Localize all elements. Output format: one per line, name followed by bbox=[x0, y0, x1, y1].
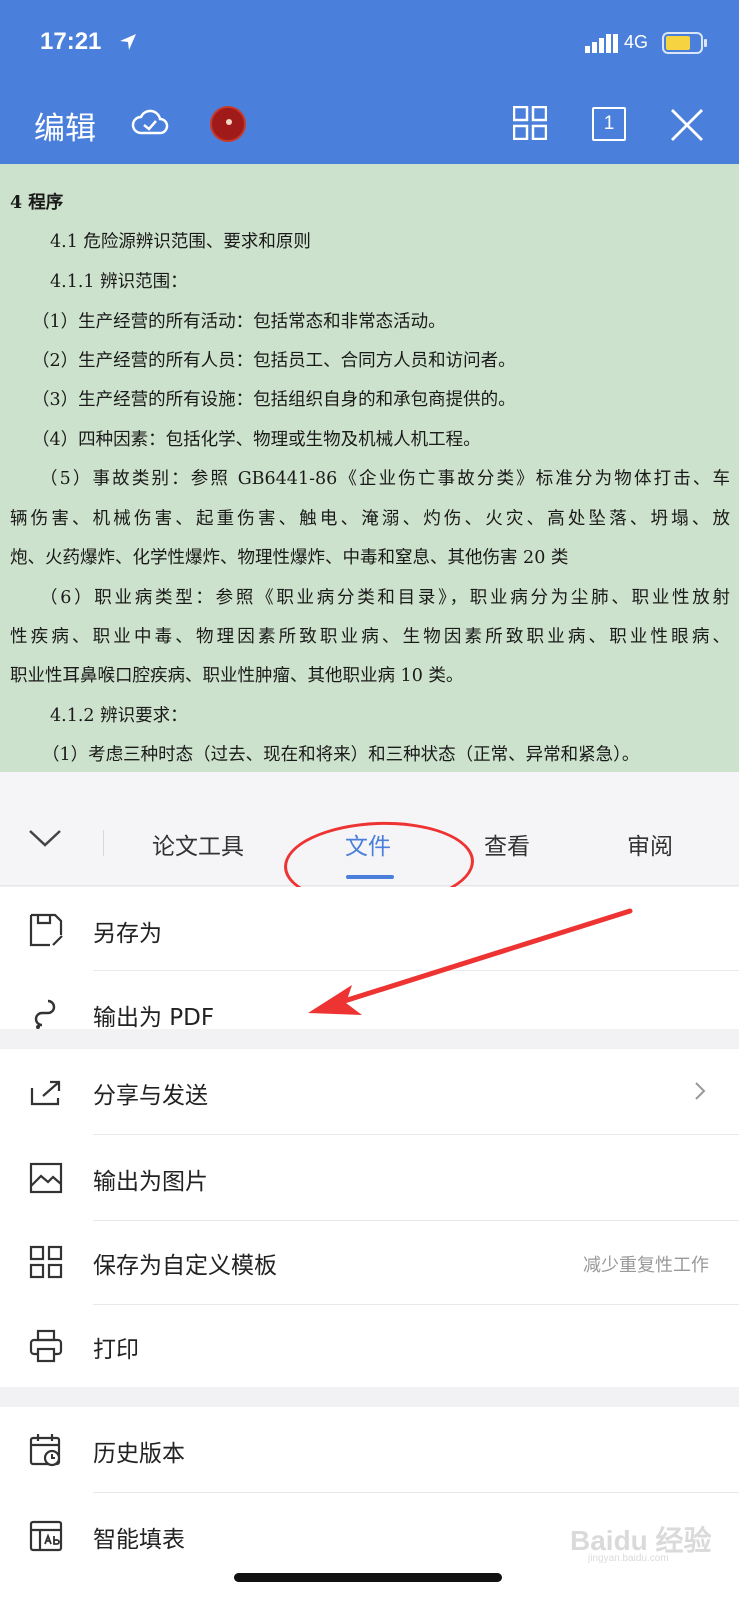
tab-view[interactable]: 查看 bbox=[484, 827, 530, 861]
top-bar: 17:21 4G 编辑 1 bbox=[0, 0, 739, 164]
menu-label: 历史版本 bbox=[93, 1441, 185, 1467]
export-pdf-item[interactable]: 输出为 PDF bbox=[0, 971, 739, 1057]
chevron-down-icon[interactable] bbox=[28, 827, 62, 849]
edit-button[interactable]: 编辑 bbox=[34, 103, 96, 148]
form-fill-icon bbox=[29, 1520, 63, 1552]
doc-line: 辆伤害、机械伤害、起重伤害、触电、淹溺、灼伤、火灾、高处坠落、坍塌、放 bbox=[10, 509, 730, 529]
template-icon bbox=[29, 1245, 63, 1279]
menu-hint: 减少重复性工作 bbox=[583, 1255, 709, 1276]
watermark-url: jingyan.baidu.com bbox=[588, 1553, 669, 1564]
image-icon bbox=[29, 1162, 63, 1194]
history-icon bbox=[29, 1434, 61, 1467]
tab-review[interactable]: 审阅 bbox=[627, 827, 673, 861]
close-icon[interactable] bbox=[670, 108, 704, 142]
menu-label: 另存为 bbox=[93, 921, 162, 947]
save-as-item[interactable]: 另存为 bbox=[0, 887, 739, 971]
share-icon bbox=[30, 1080, 61, 1106]
network-type: 4G bbox=[624, 32, 649, 52]
menu-label: 输出为 PDF bbox=[93, 1005, 215, 1031]
battery-icon bbox=[662, 32, 707, 54]
doc-line: 职业性耳鼻喉口腔疾病、职业性肿瘤、其他职业病 10 类。 bbox=[10, 666, 464, 686]
doc-line: 炮、火药爆炸、化学性爆炸、物理性爆炸、中毒和窒息、其他伤害 20 类 bbox=[10, 548, 569, 568]
toolbar-tabs: 论文工具 文件 查看 审阅 bbox=[0, 772, 739, 910]
pdf-icon bbox=[34, 999, 56, 1029]
divider bbox=[103, 830, 104, 856]
print-item[interactable]: 打印 bbox=[0, 1303, 739, 1389]
share-send-item[interactable]: 分享与发送 bbox=[0, 1049, 739, 1135]
avatar[interactable] bbox=[210, 106, 246, 142]
save-as-icon bbox=[29, 913, 63, 947]
document-content[interactable]: 4 程序 4.1 危险源辨识范围、要求和原则 4.1.1 辨识范围： （1）生产… bbox=[0, 164, 739, 772]
doc-line: （1）考虑三种时态（过去、现在和将来）和三种状态（正常、异常和紧急）。 bbox=[42, 745, 640, 765]
doc-line: （4）四种因素：包括化学、物理或生物及机械人机工程。 bbox=[32, 430, 481, 450]
doc-line: （5）事故类别：参照 GB6441-86《企业伤亡事故分类》标准分为物体打击、车 bbox=[40, 469, 730, 489]
baidu-watermark: Baidu 经验 jingyan.baidu.com bbox=[570, 1515, 730, 1567]
save-template-item[interactable]: 保存为自定义模板 减少重复性工作 bbox=[0, 1219, 739, 1305]
menu-label: 智能填表 bbox=[93, 1527, 185, 1553]
status-time: 17:21 bbox=[40, 28, 102, 55]
doc-line: 4.1 危险源辨识范围、要求和原则 bbox=[50, 232, 311, 252]
doc-line: 4.1.1 辨识范围： bbox=[50, 272, 188, 292]
cloud-sync-icon[interactable] bbox=[131, 106, 169, 138]
doc-line: （6）职业病类型：参照《职业病分类和目录》，职业病分为尘肺、职业性放射 bbox=[40, 588, 730, 608]
doc-line: （3）生产经营的所有设施：包括组织自身的和承包商提供的。 bbox=[32, 390, 516, 410]
menu-label: 保存为自定义模板 bbox=[93, 1253, 277, 1279]
location-arrow-icon bbox=[120, 34, 136, 50]
menu-group-save: 另存为 输出为 PDF bbox=[0, 887, 739, 1031]
menu-label: 打印 bbox=[93, 1337, 139, 1363]
menu-group-share: 分享与发送 输出为图片 保存为自定义模板 减少重复性工作 打印 bbox=[0, 1049, 739, 1387]
doc-heading: 4 程序 bbox=[10, 193, 64, 213]
chevron-right-icon bbox=[695, 1082, 706, 1100]
doc-line: 4.1.2 辨识要求： bbox=[50, 706, 188, 726]
export-image-item[interactable]: 输出为图片 bbox=[0, 1135, 739, 1221]
tab-file[interactable]: 文件 bbox=[345, 827, 391, 861]
doc-line: 性疾病、职业中毒、物理因素所致职业病、生物因素所致职业病、职业性眼病、 bbox=[10, 627, 730, 647]
menu-group-history: 历史版本 智能填表 bbox=[0, 1407, 739, 1600]
doc-line: （2）生产经营的所有人员：包括员工、合同方人员和访问者。 bbox=[32, 351, 516, 371]
history-version-item[interactable]: 历史版本 bbox=[0, 1407, 739, 1493]
signal-icon bbox=[585, 34, 618, 53]
home-indicator[interactable] bbox=[234, 1573, 502, 1582]
grid-view-icon[interactable] bbox=[513, 106, 547, 140]
doc-line: （1）生产经营的所有活动：包括常态和非常态活动。 bbox=[32, 312, 446, 332]
menu-label: 输出为图片 bbox=[93, 1169, 208, 1195]
menu-label: 分享与发送 bbox=[93, 1083, 208, 1109]
tab-paper-tools[interactable]: 论文工具 bbox=[152, 827, 244, 861]
page-count-button[interactable]: 1 bbox=[592, 107, 626, 141]
active-tab-indicator bbox=[346, 875, 394, 879]
printer-icon bbox=[29, 1329, 63, 1363]
